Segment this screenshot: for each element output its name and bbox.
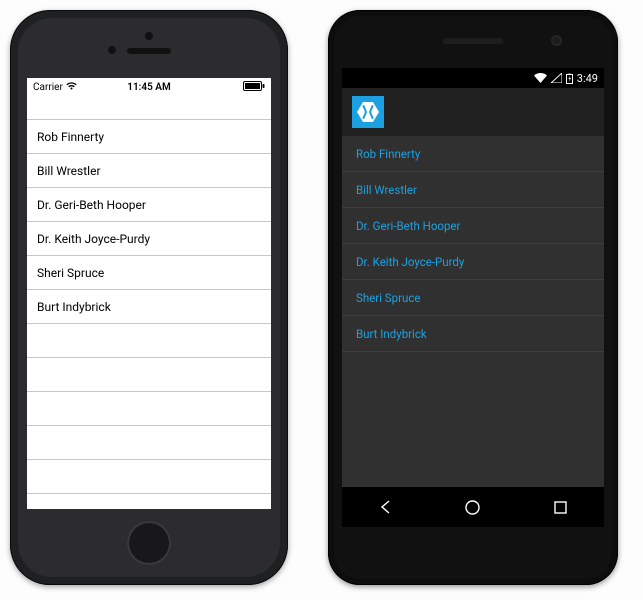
wifi-icon: [534, 73, 547, 83]
android-screen: 3:49 Rob Finnerty Bill Wrestler Dr. Geri…: [342, 68, 604, 527]
list-item-label: Rob Finnerty: [356, 147, 420, 161]
list-empty-row: [27, 324, 271, 358]
list-item[interactable]: Dr. Keith Joyce-Purdy: [342, 244, 604, 280]
android-status-bar: 3:49: [342, 68, 604, 88]
iphone-front-camera: [108, 46, 116, 54]
list-item[interactable]: Burt Indybrick: [27, 290, 271, 324]
android-back-button[interactable]: [356, 487, 416, 527]
list-item[interactable]: Dr. Geri-Beth Hooper: [342, 208, 604, 244]
list-item[interactable]: Dr. Geri-Beth Hooper: [27, 188, 271, 222]
list-item-label: Rob Finnerty: [37, 130, 104, 144]
list-item-label: Dr. Geri-Beth Hooper: [37, 198, 146, 212]
ios-clock: 11:45 AM: [127, 82, 171, 93]
list-empty-row: [27, 460, 271, 494]
iphone-proximity-sensor: [145, 32, 153, 40]
list-item-label: Bill Wrestler: [356, 183, 417, 197]
list-item-label: Dr. Keith Joyce-Purdy: [37, 232, 150, 246]
list-item-label: Dr. Keith Joyce-Purdy: [356, 255, 464, 269]
ios-screen: Carrier 11:45 AM Rob Finnerty: [27, 78, 271, 509]
ios-carrier-label: Carrier: [33, 82, 63, 93]
list-item[interactable]: Dr. Keith Joyce-Purdy: [27, 222, 271, 256]
list-item[interactable]: Bill Wrestler: [342, 172, 604, 208]
android-device-frame: 3:49 Rob Finnerty Bill Wrestler Dr. Geri…: [328, 10, 618, 585]
list-empty-row: [27, 392, 271, 426]
list-item[interactable]: Rob Finnerty: [342, 136, 604, 172]
android-recents-button[interactable]: [530, 487, 590, 527]
list-item[interactable]: Sheri Spruce: [342, 280, 604, 316]
list-item-label: Burt Indybrick: [356, 327, 427, 341]
list-item-label: Sheri Spruce: [356, 291, 420, 305]
list-item[interactable]: Rob Finnerty: [27, 120, 271, 154]
list-empty-row: [27, 426, 271, 460]
battery-icon: [243, 81, 265, 94]
cellular-signal-icon: [551, 73, 562, 83]
android-front-camera: [551, 35, 562, 46]
battery-icon: [566, 73, 573, 84]
list-item[interactable]: Bill Wrestler: [27, 154, 271, 188]
android-home-button[interactable]: [443, 487, 503, 527]
iphone-home-button[interactable]: [127, 521, 171, 565]
list-empty-row: [27, 494, 271, 509]
android-navigation-bar: [342, 487, 604, 527]
list-item-label: Dr. Geri-Beth Hooper: [356, 219, 460, 233]
device-comparison-stage: Carrier 11:45 AM Rob Finnerty: [10, 10, 633, 585]
list-item-label: Bill Wrestler: [37, 164, 101, 178]
android-clock: 3:49: [577, 72, 598, 85]
android-app-bar: [342, 88, 604, 136]
list-item[interactable]: Burt Indybrick: [342, 316, 604, 352]
iphone-earpiece: [127, 48, 171, 54]
xamarin-logo-icon: [352, 96, 384, 128]
android-list-view[interactable]: Rob Finnerty Bill Wrestler Dr. Geri-Beth…: [342, 136, 604, 487]
list-item[interactable]: Sheri Spruce: [27, 256, 271, 290]
ios-list-view[interactable]: Rob Finnerty Bill Wrestler Dr. Geri-Beth…: [27, 120, 271, 509]
android-earpiece: [443, 38, 503, 44]
ios-navigation-bar: [27, 96, 271, 120]
list-item-label: Burt Indybrick: [37, 300, 111, 314]
list-item-label: Sheri Spruce: [37, 266, 104, 280]
list-empty-row: [27, 358, 271, 392]
ios-status-bar: Carrier 11:45 AM: [27, 78, 271, 96]
iphone-device-frame: Carrier 11:45 AM Rob Finnerty: [10, 10, 288, 585]
wifi-icon: [66, 82, 77, 93]
